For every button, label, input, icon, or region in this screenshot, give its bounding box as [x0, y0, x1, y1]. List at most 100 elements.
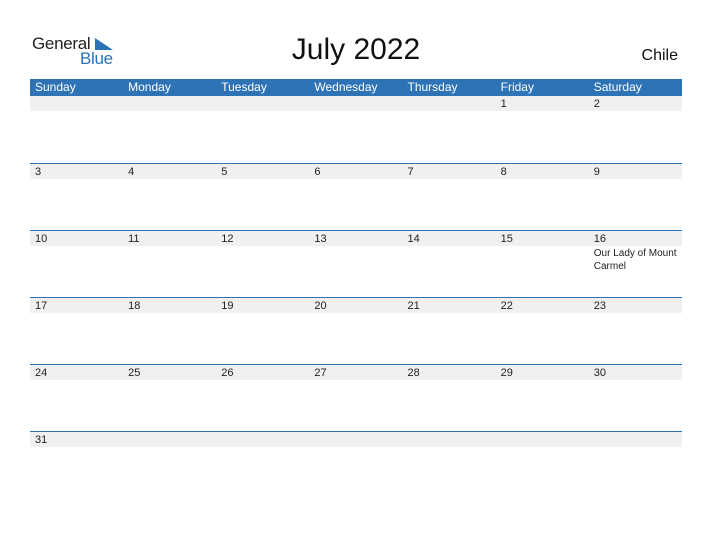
holiday-event — [123, 111, 216, 112]
week-row: 10 11 12 13 14 15 16 Our Lady of Mount Carmel — [30, 230, 682, 297]
day-number: 6 — [314, 166, 321, 178]
weekday-wednesday: Wednesday — [314, 80, 378, 94]
day-number: 21 — [407, 300, 420, 312]
holiday-event — [496, 111, 589, 112]
holiday-event — [496, 313, 589, 314]
week-row: 17 18 19 20 21 22 23 — [30, 297, 682, 364]
day-number — [403, 432, 496, 447]
day-number: 12 — [221, 233, 234, 245]
holiday-event — [309, 179, 402, 180]
day-number — [30, 96, 123, 111]
holiday-event — [123, 246, 216, 273]
holiday-event — [309, 380, 402, 381]
holiday-event — [309, 246, 402, 273]
week-row: 31 — [30, 431, 682, 498]
holiday-event — [309, 313, 402, 314]
week-row: 3 4 5 6 7 8 9 — [30, 163, 682, 230]
holiday-event — [216, 313, 309, 314]
holiday-event — [216, 179, 309, 180]
holiday-event — [309, 447, 402, 448]
holiday-event — [216, 111, 309, 112]
weekday-monday: Monday — [128, 80, 171, 94]
day-number: 15 — [500, 233, 513, 245]
day-number: 7 — [407, 166, 414, 178]
holiday-event — [589, 313, 682, 314]
day-number: 8 — [500, 166, 507, 178]
day-number: 17 — [35, 300, 48, 312]
holiday-event — [496, 447, 589, 448]
day-number — [123, 96, 216, 111]
day-number: 19 — [221, 300, 234, 312]
day-number — [589, 432, 682, 447]
date-strip: 31 — [30, 432, 682, 447]
day-number — [309, 96, 402, 111]
holiday-event — [216, 447, 309, 448]
holiday-event — [496, 179, 589, 180]
holiday-event — [216, 246, 309, 273]
holiday-event — [403, 447, 496, 448]
holiday-event — [496, 246, 589, 273]
events-row — [30, 179, 682, 180]
holiday-event — [123, 179, 216, 180]
events-row — [30, 111, 682, 112]
events-row — [30, 447, 682, 448]
holiday-event — [403, 246, 496, 273]
holiday-event — [216, 380, 309, 381]
day-number — [309, 432, 402, 447]
day-number: 22 — [500, 300, 513, 312]
weekday-friday: Friday — [500, 80, 534, 94]
country-label: Chile — [641, 47, 678, 64]
day-number: 11 — [128, 233, 140, 245]
date-strip: 12 — [30, 96, 682, 111]
week-row: 24 25 26 27 28 29 30 — [30, 364, 682, 431]
day-number — [123, 432, 216, 447]
day-number: 5 — [221, 166, 228, 178]
holiday-event — [496, 380, 589, 381]
day-number — [496, 432, 589, 447]
day-number: 27 — [314, 367, 327, 379]
events-row: Our Lady of Mount Carmel — [30, 246, 682, 273]
holiday-event — [30, 246, 123, 273]
holiday-event — [309, 111, 402, 112]
holiday-event — [30, 313, 123, 314]
holiday-event — [403, 380, 496, 381]
holiday-event — [589, 447, 682, 448]
day-number: 29 — [500, 367, 513, 379]
weekday-tuesday: Tuesday — [221, 80, 267, 94]
day-number: 4 — [128, 166, 135, 178]
day-number: 3 — [35, 166, 42, 178]
date-strip: 17 18 19 20 21 22 23 — [30, 298, 682, 313]
day-number — [216, 432, 309, 447]
day-number: 2 — [593, 98, 600, 110]
weekday-thursday: Thursday — [407, 80, 458, 94]
holiday-event — [123, 380, 216, 381]
holiday-event — [30, 447, 123, 448]
holiday-event — [123, 313, 216, 314]
holiday-event — [589, 179, 682, 180]
day-number: 10 — [35, 233, 48, 245]
day-number: 14 — [407, 233, 420, 245]
day-number: 9 — [593, 166, 600, 178]
day-number: 24 — [35, 367, 48, 379]
date-strip: 24 25 26 27 28 29 30 — [30, 365, 682, 380]
day-number: 1 — [500, 98, 507, 110]
day-number: 25 — [128, 367, 141, 379]
weekday-sunday: Sunday — [35, 80, 76, 94]
day-number: 16 — [593, 233, 606, 245]
date-strip: 3 4 5 6 7 8 9 — [30, 164, 682, 179]
weekday-saturday: Saturday — [593, 80, 642, 94]
holiday-event — [589, 380, 682, 381]
day-number: 26 — [221, 367, 234, 379]
day-number — [216, 96, 309, 111]
day-number: 23 — [593, 300, 606, 312]
day-number: 20 — [314, 300, 327, 312]
calendar-title: July 2022 — [291, 33, 421, 66]
events-row — [30, 313, 682, 314]
calendar-grid: Sunday Monday Tuesday Wednesday Thursday… — [30, 79, 682, 498]
holiday-event — [30, 111, 123, 112]
day-number: 18 — [128, 300, 141, 312]
day-number: 30 — [593, 367, 606, 379]
week-row: 12 — [30, 96, 682, 163]
date-strip: 10 11 12 13 14 15 16 — [30, 231, 682, 246]
day-number: 31 — [35, 434, 48, 446]
